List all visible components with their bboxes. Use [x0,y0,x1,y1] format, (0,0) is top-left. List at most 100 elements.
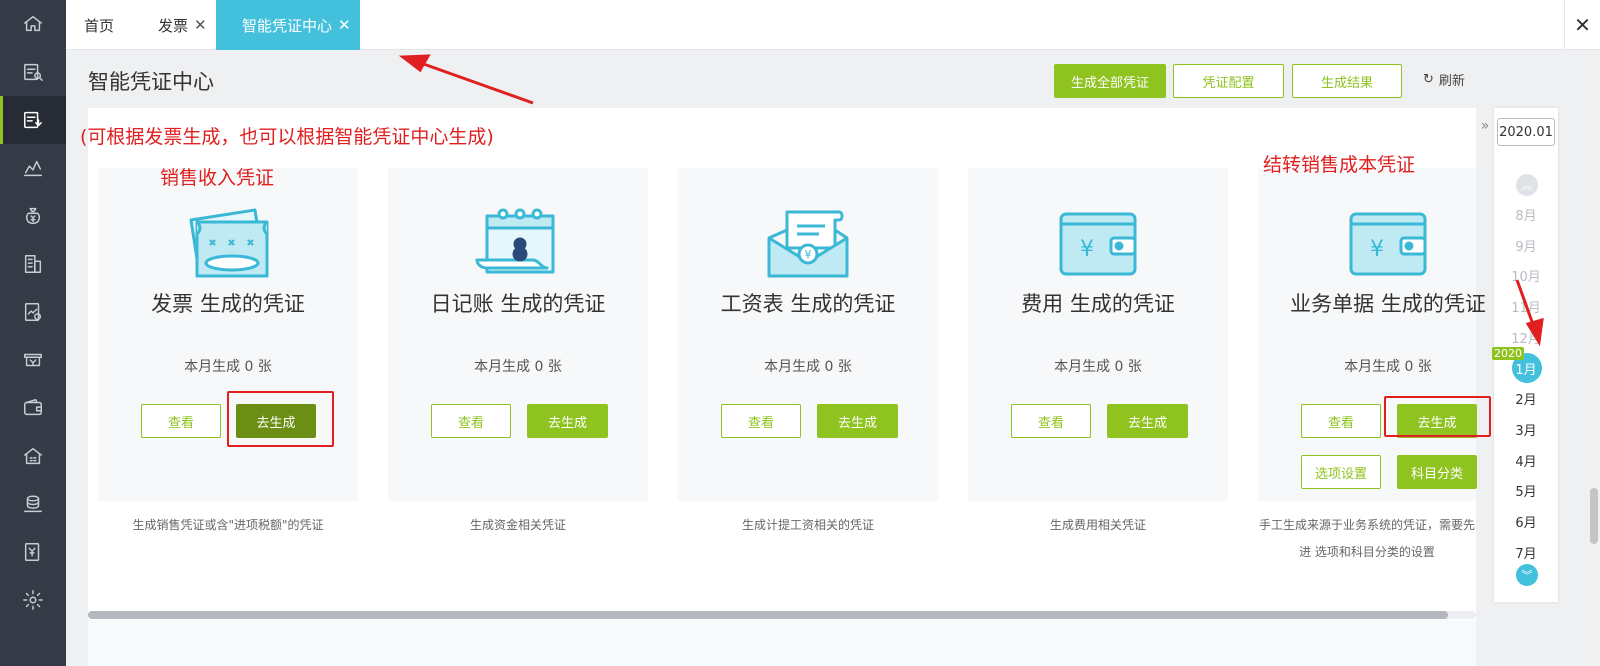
card-invoice-view-button[interactable]: 查看 [141,404,221,438]
annotation-sales-income: 销售收入凭证 [160,167,275,189]
sidebar-item-query[interactable] [0,48,66,96]
card-salary-generate-button[interactable]: 去生成 [817,404,898,438]
month-item[interactable]: 3月 [1494,420,1558,439]
card-business-desc: 手工生成来源于业务系统的凭证，需要先进 选项和科目分类的设置 [1258,518,1475,559]
svg-text:¥: ¥ [1080,237,1094,262]
month-item[interactable]: 9月 [1494,236,1558,255]
horizontal-scrollbar[interactable] [88,611,1476,619]
collapse-toggle-icon[interactable]: » [1476,111,1494,141]
highlight-box-business [1384,396,1491,437]
month-label: 1月 [1515,362,1537,378]
svg-text:¥: ¥ [1370,237,1384,262]
generate-result-button[interactable]: 生成结果 [1292,64,1402,98]
card-expense-count: 本月生成 0 张 [1054,359,1142,375]
vertical-scrollbar[interactable] [1588,50,1600,666]
horizontal-scrollbar-thumb[interactable] [88,611,1448,619]
sidebar [0,0,66,666]
business-wallet-icon: ¥ [1349,212,1427,276]
month-label: 9月 [1515,239,1537,255]
chart-icon [24,160,42,177]
month-item[interactable]: 8月 [1494,205,1558,224]
card-salary-view-button[interactable]: 查看 [721,404,801,438]
sidebar-item-funds[interactable] [0,480,66,528]
tab-smart-voucher-label: 智能凭证中心 [242,16,333,35]
tab-invoice-label: 发票 [158,16,189,35]
period-input[interactable]: 2020.01 [1497,118,1555,146]
sidebar-item-assets[interactable] [0,432,66,480]
window-close-icon[interactable]: ✕ [1564,0,1600,50]
vertical-scrollbar-thumb[interactable] [1590,488,1598,544]
month-item[interactable]: 10月 [1494,266,1558,285]
month-label: 10月 [1511,270,1541,286]
month-label: 12月 [1511,331,1541,347]
card-journal-title: 日记账 生成的凭证 [430,292,606,316]
card-expense-title: 费用 生成的凭证 [1021,292,1175,316]
sidebar-item-invoice[interactable] [0,528,66,576]
card-business-view-button[interactable]: 查看 [1301,404,1381,438]
card-business: ¥ 业务单据 生成的凭证 本月生成 0 张 [1258,168,1486,501]
sidebar-item-ledger[interactable] [0,240,66,288]
tab-smart-voucher[interactable]: 智能凭证中心 ✕ [216,0,360,50]
card-business-subject-button[interactable]: 科目分类 [1397,455,1477,489]
month-item[interactable]: 11月 [1494,297,1558,316]
year-badge: 2020 [1492,346,1524,360]
building-icon [24,447,42,465]
arrow-to-tab [417,60,534,105]
period-column: 2020.01 ︽ 8月 9月 10月 11月 12月 2020 1月 2月 3月 4月 5月 6月 7… [1492,108,1558,602]
month-label: 5月 [1515,485,1537,501]
home-icon [24,15,42,32]
card-journal-generate-button[interactable]: 去生成 [527,404,608,438]
refresh-button[interactable]: ↻ 刷新 [1423,70,1465,89]
journal-calendar-icon [475,208,555,274]
card-expense-desc: 生成费用相关凭证 [1049,518,1146,532]
sidebar-item-analysis[interactable] [0,288,66,336]
month-label: 6月 [1515,516,1537,531]
month-item[interactable]: 5月 [1494,481,1558,500]
tax-icon [24,353,42,367]
month-label: 11月 [1511,301,1541,317]
money-bag-icon [25,207,41,225]
card-expense-generate-button[interactable]: 去生成 [1107,404,1188,438]
sidebar-item-wallet[interactable] [0,384,66,432]
month-item[interactable]: 4月 [1494,451,1558,470]
card-journal-desc: 生成资金相关凭证 [469,518,566,532]
scroll-up-icon[interactable]: ︽ [1516,174,1538,196]
sidebar-item-settings[interactable] [0,576,66,624]
expense-wallet-icon: ¥ [1059,212,1137,276]
sidebar-item-voucher[interactable] [0,96,66,144]
month-item[interactable]: 2020 1月 [1492,346,1558,383]
month-label: 7月 [1515,546,1537,562]
card-journal-view-button[interactable]: 查看 [431,404,511,438]
sidebar-item-tax[interactable] [0,336,66,384]
invoice-icon [24,543,40,561]
tab-bar: 首页 发票 ✕ 智能凭证中心 ✕ ✕ [66,0,1600,50]
month-item[interactable]: 6月 [1494,512,1558,531]
card-salary: ¥ 工资表 生成的凭证 本月生成 0 张 [678,168,938,501]
card-invoice: 发票 生成的凭证 本月生成 0 张 [98,168,358,501]
month-item[interactable]: 7月 [1494,543,1558,562]
salary-envelope-icon: ¥ [767,210,849,278]
card-business-options-button[interactable]: 选项设置 [1301,455,1381,489]
invoice-ticket-icon [189,208,269,278]
ledger-icon [24,255,42,273]
close-icon[interactable]: ✕ [338,16,351,34]
close-icon[interactable]: ✕ [194,16,207,34]
panel-footer [88,620,1476,666]
sidebar-item-home[interactable] [0,0,66,48]
card-invoice-title: 发票 生成的凭证 [151,292,305,316]
card-salary-count: 本月生成 0 张 [764,359,852,375]
voucher-config-button[interactable]: 凭证配置 [1173,64,1284,98]
month-item[interactable]: 12月 [1494,328,1558,347]
tab-home[interactable]: 首页 [82,0,116,50]
month-item[interactable]: 2月 [1494,389,1558,408]
sidebar-item-report[interactable] [0,144,66,192]
generate-all-button[interactable]: 生成全部凭证 [1054,64,1166,98]
scroll-down-icon[interactable]: ︾ [1516,564,1538,586]
sidebar-item-money[interactable] [0,192,66,240]
search-document-icon [24,63,43,81]
card-expense-view-button[interactable]: 查看 [1011,404,1091,438]
tab-invoice[interactable]: 发票 ✕ [158,0,207,50]
settings-icon [23,590,43,610]
card-expense: ¥ 费用 生成的凭证 本月生成 0 张 [968,168,1228,501]
voucher-icon [24,111,42,129]
